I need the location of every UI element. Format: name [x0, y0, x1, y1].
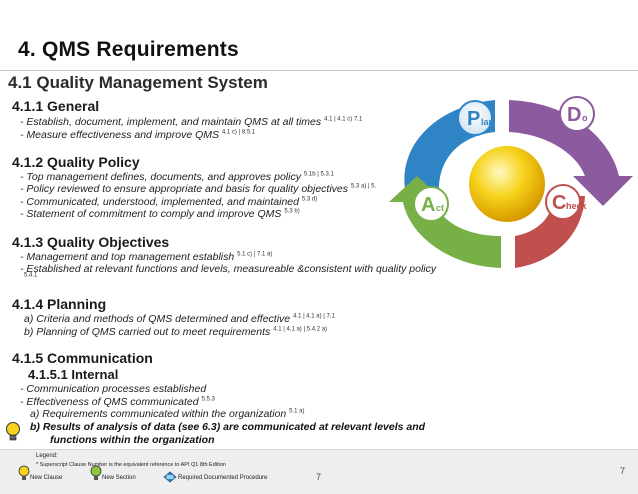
page-number-right: 7 — [620, 466, 626, 476]
communication-item-1: - Communication processes established — [20, 383, 207, 395]
heading-policy: 4.1.2 Quality Policy — [12, 154, 140, 170]
do-rest: o — [582, 113, 588, 123]
policy-item-3: - Communicated, understood, implemented,… — [20, 196, 318, 208]
heading-communication: 4.1.5 Communication — [12, 350, 153, 366]
title-divider — [0, 70, 638, 71]
legend-label: Legend: — [36, 453, 58, 459]
objectives-trailing-ref: 5.4.1 — [24, 272, 38, 279]
act-letter: A — [421, 194, 435, 216]
new-clause-line-1: b) Results of analysis of data (see 6.3)… — [30, 421, 426, 433]
heading-planning: 4.1.4 Planning — [12, 296, 107, 312]
center-sphere — [469, 146, 545, 222]
planning-item-b: b) Planning of QMS carried out to meet r… — [24, 326, 328, 338]
page-number-center: 7 — [316, 472, 322, 482]
heading-objectives: 4.1.3 Quality Objectives — [12, 234, 170, 250]
plan-rest: lan — [481, 117, 494, 127]
communication-item-2: - Effectiveness of QMS communicated 5.5.… — [20, 396, 215, 408]
policy-item-4: - Statement of commitment to comply and … — [20, 208, 300, 220]
plan-letter: P — [467, 108, 480, 130]
act-rest: ct — [436, 203, 444, 213]
objectives-item-2: - Established at relevant functions and … — [20, 263, 437, 275]
heading-general: 4.1.1 General — [12, 98, 100, 114]
section-title: 4.1 Quality Management System — [8, 73, 268, 92]
legend-new-section: New Section — [102, 475, 136, 481]
procedure-legend-icon — [163, 471, 177, 483]
check-letter: C — [552, 192, 566, 214]
policy-item-2: - Policy reviewed to ensure appropriate … — [20, 183, 377, 195]
check-rest: heck — [566, 201, 588, 211]
policy-item-1: - Top management defines, documents, and… — [20, 171, 334, 183]
new-clause-legend-bulb-icon — [18, 465, 30, 480]
objectives-item-1: - Management and top management establis… — [20, 251, 273, 263]
general-item-2: - Measure effectiveness and improve QMS … — [20, 129, 256, 141]
new-section-legend-bulb-icon — [90, 465, 102, 480]
legend-required-procedure: Required Documented Procedure — [178, 475, 268, 481]
general-item-1: - Establish, document, implement, and ma… — [20, 116, 363, 128]
do-letter: D — [567, 104, 581, 126]
legend-new-clause: New Clause — [30, 475, 63, 481]
heading-internal: 4.1.5.1 Internal — [28, 367, 119, 382]
communication-item-a: a) Requirements communicated within the … — [30, 408, 305, 420]
new-clause-line-2: functions within the organization — [50, 434, 215, 446]
slide-title: 4. QMS Requirements — [18, 38, 239, 61]
legend-note: * Superscript Clause Number is the equiv… — [36, 462, 226, 468]
pdca-cycle-diagram: P lan D o C heck A ct — [389, 96, 633, 268]
new-clause-bulb-icon — [6, 422, 20, 441]
planning-item-a: a) Criteria and methods of QMS determine… — [24, 313, 335, 325]
